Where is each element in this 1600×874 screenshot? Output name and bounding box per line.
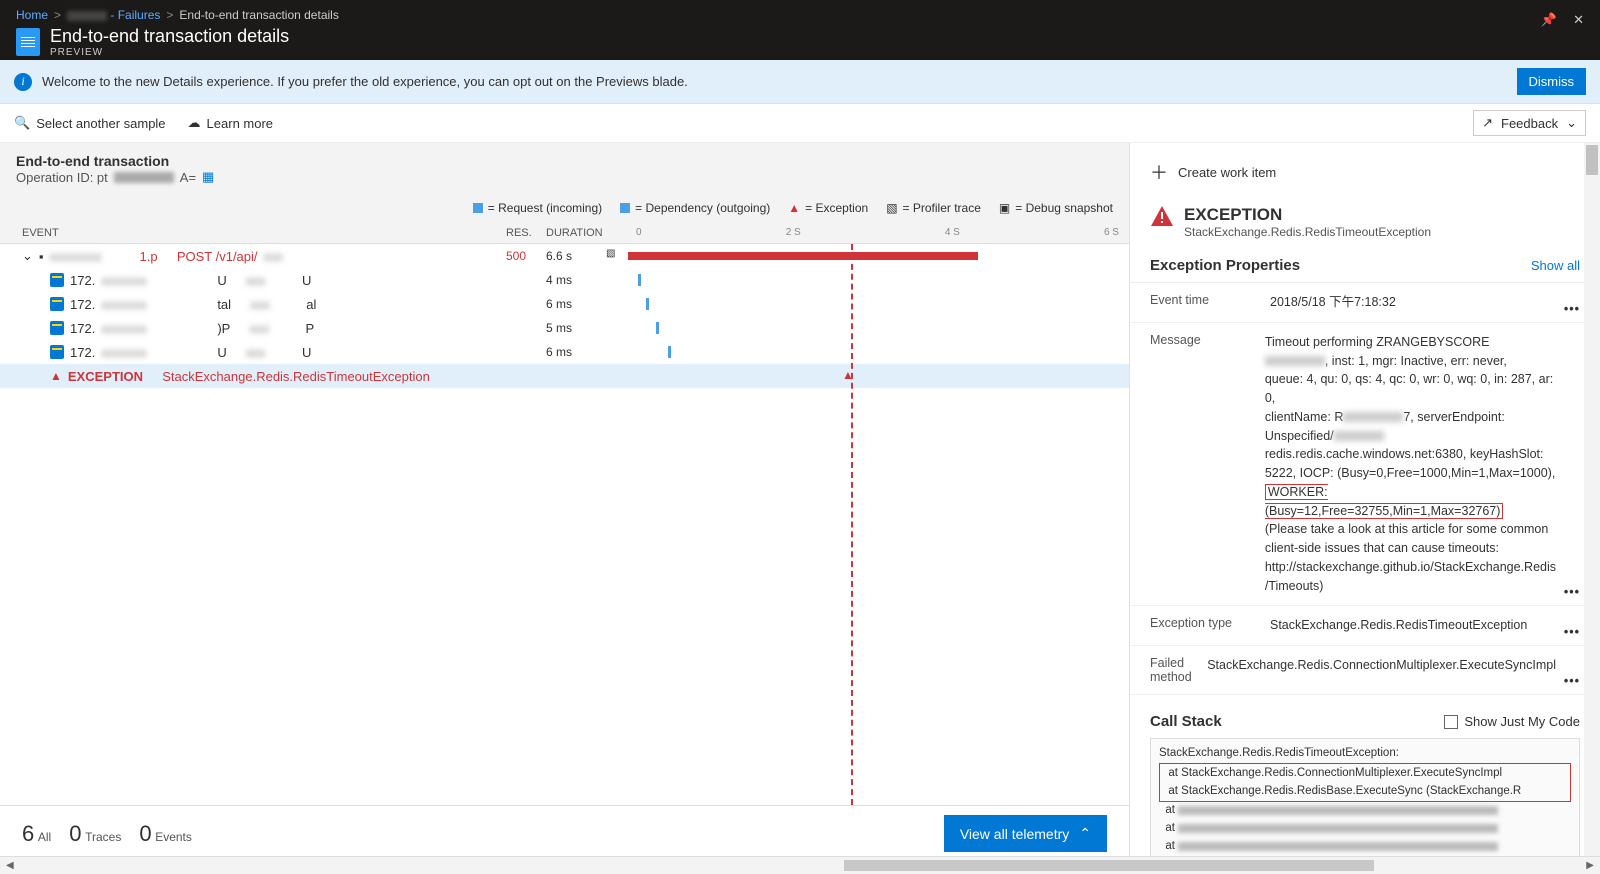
warning-icon: ▲ (842, 368, 854, 382)
database-icon (50, 273, 64, 287)
breadcrumb-current: End-to-end transaction details (179, 8, 338, 22)
pin-icon[interactable]: 📌 (1541, 12, 1557, 28)
external-link-icon: ↗ (1482, 115, 1493, 131)
info-icon: i (14, 73, 32, 91)
doc-icon (16, 28, 40, 56)
warning-icon: ▲ (50, 369, 62, 383)
close-icon[interactable]: ✕ (1573, 12, 1584, 28)
view-all-telemetry-button[interactable]: View all telemetry⌃ (944, 815, 1107, 852)
prop-exception-type: Exception type StackExchange.Redis.Redis… (1130, 606, 1600, 646)
scrollbar[interactable] (1584, 143, 1600, 861)
more-icon[interactable]: ••• (1564, 625, 1580, 639)
table-row-exception[interactable]: ▲ EXCEPTION StackExchange.Redis.RedisTim… (0, 364, 1129, 388)
copy-icon[interactable]: ▦ (202, 169, 214, 185)
dismiss-button[interactable]: Dismiss (1517, 68, 1587, 95)
preview-badge: PREVIEW (50, 47, 289, 58)
prop-message: Message Timeout performing ZRANGEBYSCORE… (1130, 323, 1600, 607)
table-row[interactable]: 172.xxxxxxx)P xxxP 5 ms (0, 316, 1129, 340)
show-my-code-checkbox[interactable]: Show Just My Code (1444, 714, 1580, 729)
toolbar: 🔍 Select another sample ☁ Learn more ↗ F… (0, 104, 1600, 143)
breadcrumb-failures[interactable]: - Failures (67, 8, 160, 22)
table-header: EVENT RES. DURATION 02 S4 S6 S (0, 221, 1129, 244)
properties-title: Exception Properties (1150, 257, 1300, 274)
scroll-right-icon[interactable]: ▶ (1586, 860, 1594, 871)
database-icon (50, 321, 64, 335)
breadcrumb: Home > - Failures > End-to-end transacti… (0, 4, 1525, 26)
call-stack-title: Call Stack (1150, 713, 1222, 730)
timeline-rows: ⌄ ▪ xxxxxxxx1.p POST /v1/api/xxx 500 6.6… (0, 244, 1129, 805)
table-row[interactable]: 172.xxxxxxxU xxxU 4 ms (0, 268, 1129, 292)
database-icon (50, 297, 64, 311)
warning-icon (1150, 205, 1174, 227)
server-icon: ▪ (39, 249, 44, 264)
details-panel: ＋ Create work item EXCEPTION StackExchan… (1130, 143, 1600, 861)
database-icon (50, 345, 64, 359)
learn-more-button[interactable]: ☁ Learn more (188, 115, 273, 131)
prop-failed-method: Failed method StackExchange.Redis.Connec… (1130, 646, 1600, 695)
chevron-up-icon: ⌃ (1079, 825, 1091, 842)
chevron-down-icon: ⌄ (1566, 115, 1577, 131)
scroll-left-icon[interactable]: ◀ (6, 860, 14, 871)
info-banner: i Welcome to the new Details experience.… (0, 60, 1600, 104)
breadcrumb-home[interactable]: Home (16, 8, 48, 22)
top-bar: Home > - Failures > End-to-end transacti… (0, 0, 1600, 60)
table-row[interactable]: 172.xxxxxxxtal xxxal 6 ms (0, 292, 1129, 316)
table-row[interactable]: 172.xxxxxxxU xxxU 6 ms (0, 340, 1129, 364)
select-sample-button[interactable]: 🔍 Select another sample (14, 115, 166, 131)
feedback-button[interactable]: ↗ Feedback ⌄ (1473, 110, 1586, 136)
checkbox-icon[interactable] (1444, 715, 1458, 729)
more-icon[interactable]: ••• (1564, 585, 1580, 599)
horizontal-scrollbar[interactable]: ◀ ▶ (0, 856, 1600, 874)
more-icon[interactable]: ••• (1564, 302, 1580, 316)
highlighted-stack-frames: at StackExchange.Redis.ConnectionMultipl… (1159, 763, 1571, 803)
operation-id: Operation ID: ptA= ▦ (16, 169, 1113, 185)
chevron-down-icon[interactable]: ⌄ (22, 248, 33, 264)
footer: 6 All 0 Traces 0 Events View all telemet… (0, 805, 1129, 861)
table-row[interactable]: ⌄ ▪ xxxxxxxx1.p POST /v1/api/xxx 500 6.6… (0, 244, 1129, 268)
call-stack[interactable]: StackExchange.Redis.RedisTimeoutExceptio… (1150, 738, 1580, 861)
transaction-title: End-to-end transaction (16, 153, 1113, 169)
page-title: End-to-end transaction details (50, 26, 289, 47)
highlighted-worker-stats: WORKER: (Busy=12,Free=32755,Min=1,Max=32… (1265, 484, 1504, 519)
show-all-link[interactable]: Show all (1531, 258, 1580, 273)
search-icon: 🔍 (14, 115, 30, 131)
prop-event-time: Event time 2018/5/18 下午7:18:32 ••• (1130, 283, 1600, 323)
exception-title: EXCEPTION (1184, 205, 1431, 225)
more-icon[interactable]: ••• (1564, 674, 1580, 688)
create-work-item-button[interactable]: ＋ Create work item (1130, 143, 1600, 201)
cloud-icon: ☁ (188, 115, 201, 131)
exception-subtitle: StackExchange.Redis.RedisTimeoutExceptio… (1184, 225, 1431, 239)
banner-text: Welcome to the new Details experience. I… (42, 74, 688, 89)
legend: = Request (incoming) = Dependency (outgo… (0, 195, 1129, 221)
left-panel: End-to-end transaction Operation ID: ptA… (0, 143, 1130, 861)
plus-icon: ＋ (1150, 159, 1168, 185)
